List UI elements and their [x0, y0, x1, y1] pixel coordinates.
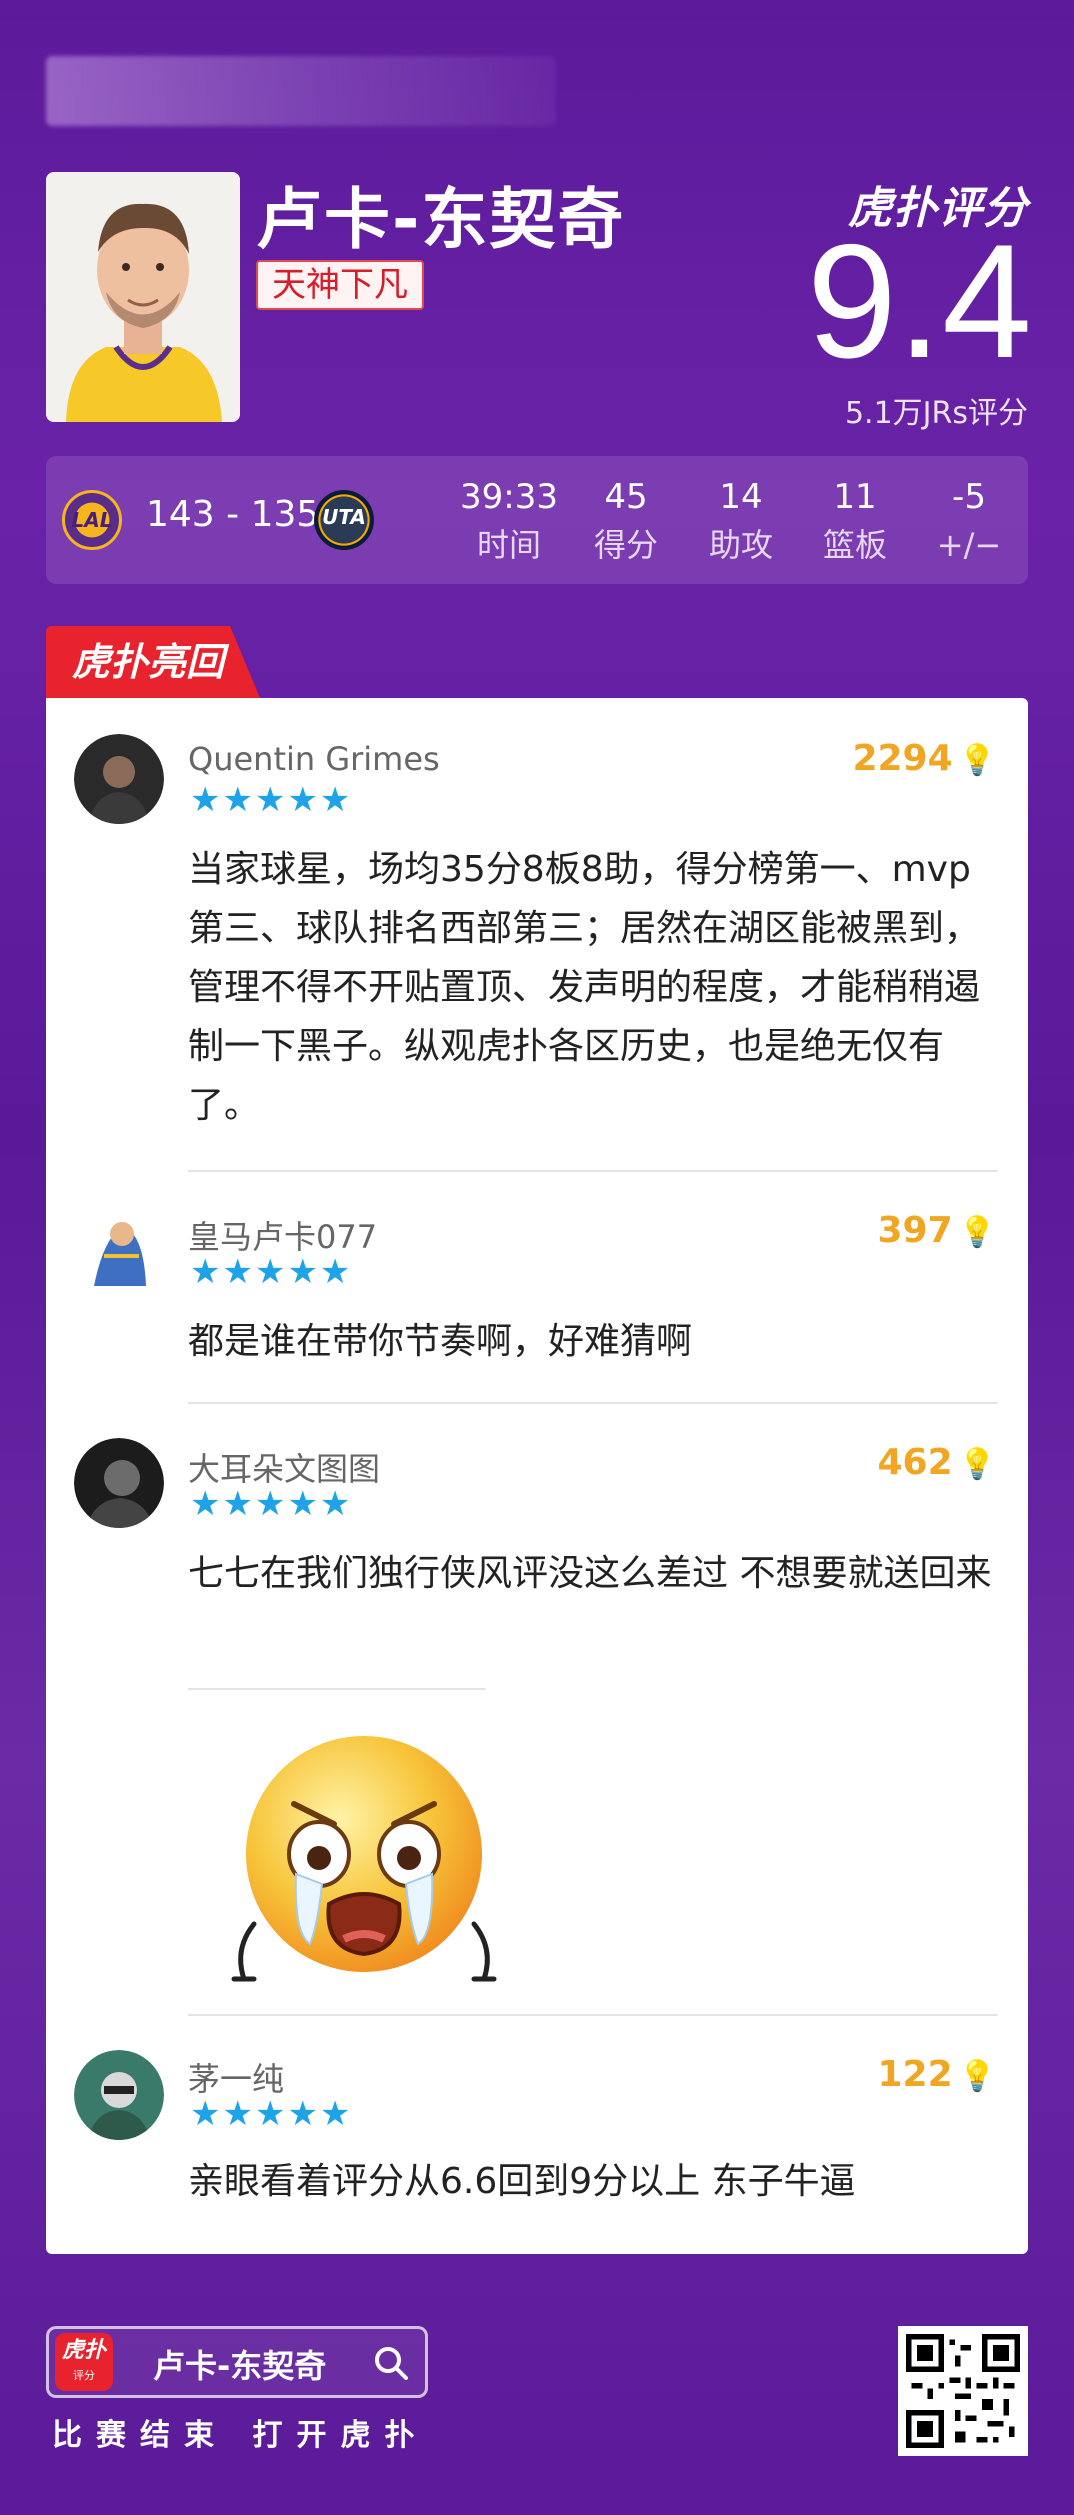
app-search-bar[interactable]: 虎扑 评分 卢卡-东契奇 [46, 2326, 428, 2398]
rating-score: 9.4 [806, 211, 1032, 392]
star-rating-icon: ★★★★★ [190, 780, 353, 820]
search-icon[interactable] [371, 2343, 411, 2383]
player-portrait-icon [46, 172, 240, 422]
comment-text: 亲眼看着评分从6.6回到9分以上 东子牛逼 [188, 2161, 856, 2202]
like-count[interactable]: 397 💡 [877, 1210, 996, 1251]
qr-code-icon[interactable] [898, 2326, 1028, 2456]
stat-assists: 14 助攻 [708, 477, 773, 564]
crying-face-icon [231, 1736, 497, 1982]
lightbulb-icon: 💡 [958, 2059, 996, 2094]
divider [188, 1688, 486, 1690]
user-avatar[interactable] [74, 1206, 164, 1296]
player-tag-badge: 天神下凡 [256, 260, 424, 310]
hupu-app-icon: 虎扑 评分 [55, 2333, 113, 2391]
comments-card: Quentin Grimes ★★★★★ 2294 💡 当家球星，场均35分8板8… [46, 698, 1028, 2254]
star-rating-icon: ★★★★★ [190, 1484, 353, 1524]
game-stats-bar: LAL 143 - 135 UTA 39:33 时间 45 得分 14 助攻 11 篮板… [46, 456, 1028, 584]
like-count[interactable]: 122 💡 [877, 2054, 996, 2095]
comment-text: 都是谁在带你节奏啊，好难猜啊 [188, 1321, 693, 1362]
divider [188, 1170, 998, 1172]
like-count[interactable]: 2294 💡 [852, 738, 996, 779]
divider [188, 1402, 998, 1404]
stat-minutes: 39:33 时间 [460, 477, 558, 564]
player-name: 卢卡-东契奇 [256, 181, 626, 258]
rating-count: 5.1万JRs评分 [844, 396, 1028, 431]
user-avatar[interactable] [74, 2050, 164, 2140]
user-avatar[interactable] [74, 734, 164, 824]
lakers-logo-icon: LAL [62, 490, 122, 550]
star-rating-icon: ★★★★★ [190, 1252, 353, 1292]
comment-text: 当家球星，场均35分8板8助，得分榜第一、mvp第三、球队排名西部第三；居然在湖… [188, 849, 981, 1126]
lightbulb-icon: 💡 [958, 1215, 996, 1250]
user-avatar[interactable] [74, 1438, 164, 1528]
jazz-logo-icon: UTA [314, 490, 374, 550]
player-photo [46, 172, 240, 422]
blurred-header-bar [46, 56, 556, 126]
game-score: 143 - 135 [146, 494, 320, 535]
like-count[interactable]: 462 💡 [877, 1442, 996, 1483]
stat-rebounds: 11 篮板 [822, 477, 887, 564]
search-query-label: 卢卡-东契奇 [153, 2347, 327, 2385]
hot-replies-badge: 虎扑亮回复 [46, 626, 260, 698]
open-app-cta[interactable]: 比赛结束 打开虎扑 [52, 2410, 428, 2454]
comment-username[interactable]: Quentin Grimes [188, 740, 440, 778]
divider [188, 2014, 998, 2016]
comment-text: 七七在我们独行侠风评没这么差过 不想要就送回来 [188, 1553, 992, 1594]
star-rating-icon: ★★★★★ [190, 2094, 353, 2134]
stat-points: 45 得分 [593, 477, 658, 564]
lightbulb-icon: 💡 [958, 743, 996, 778]
lightbulb-icon: 💡 [958, 1447, 996, 1482]
stat-plus-minus: -5 +/− [936, 477, 1002, 564]
